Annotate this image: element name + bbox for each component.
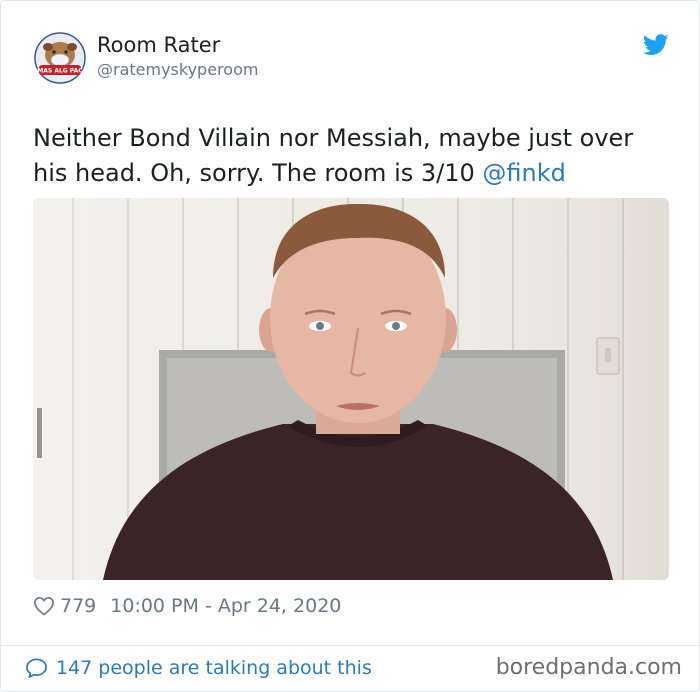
photo-scene: [33, 198, 669, 580]
watermark: boredpanda.com: [495, 655, 682, 680]
bulldog-avatar-icon: MAS ALG PAC: [33, 31, 87, 85]
divider: [1, 645, 700, 646]
mention-link[interactable]: @finkd: [482, 159, 565, 187]
speech-bubble-icon: [26, 658, 47, 678]
author-avatar[interactable]: MAS ALG PAC: [33, 31, 87, 85]
tweet-meta: 779 10:00 PM - Apr 24, 2020: [33, 591, 341, 621]
twitter-bird-icon[interactable]: [643, 34, 669, 56]
talking-count[interactable]: 147 people are talking about this: [56, 657, 372, 679]
author-name[interactable]: Room Rater: [97, 33, 220, 57]
timestamp[interactable]: 10:00 PM - Apr 24, 2020: [110, 595, 341, 617]
tweet-text: Neither Bond Villain nor Messiah, maybe …: [33, 121, 673, 191]
like-count[interactable]: 779: [60, 595, 96, 617]
svg-text:MAS ALG PAC: MAS ALG PAC: [37, 68, 83, 75]
tweet-card: MAS ALG PAC Room Rater @ratemyskyperoom …: [0, 0, 700, 692]
conversation-link[interactable]: 147 people are talking about this: [25, 654, 372, 682]
author-handle[interactable]: @ratemyskyperoom: [97, 60, 258, 79]
heart-icon[interactable]: [33, 596, 55, 616]
tweet-photo[interactable]: [33, 198, 669, 580]
